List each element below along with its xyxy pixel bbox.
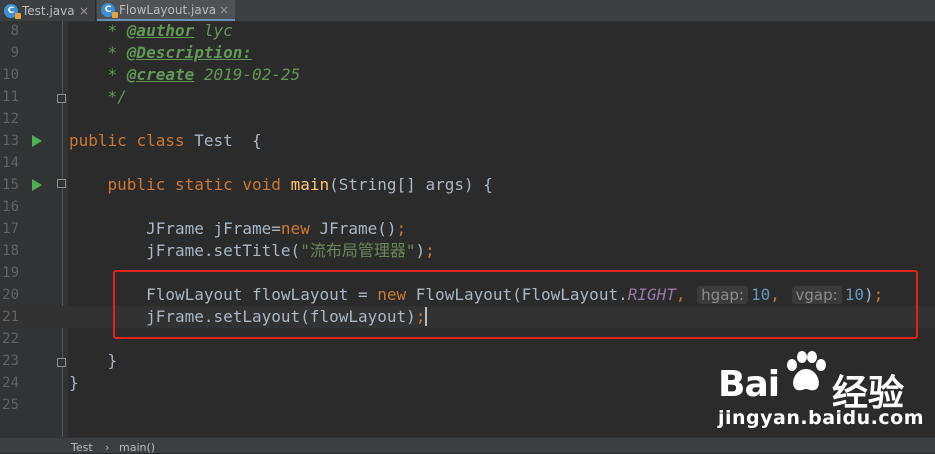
fold-expand-icon[interactable] [57,179,66,188]
line-number: 21 [2,309,19,325]
tab-label: Test.java [22,3,75,18]
code-line: 15 public static void main(String[] args… [0,174,935,196]
editor-tab-bar: C Test.java × C FlowLayout.java × [0,0,935,22]
code-text[interactable]: */ [69,86,127,108]
code-line: 17 JFrame jFrame=new JFrame(); [0,218,935,240]
code-text[interactable]: } [69,350,118,372]
line-number: 11 [2,89,19,105]
line-number: 12 [2,111,19,127]
tab-test-java[interactable]: C Test.java × [0,0,96,21]
line-number: 24 [2,375,19,391]
line-number: 18 [2,243,19,259]
close-icon[interactable]: × [79,4,89,18]
line-number: 16 [2,199,19,215]
highlight-box [113,270,918,339]
code-line: 18 jFrame.setTitle("流布局管理器"); [0,240,935,262]
code-text[interactable]: JFrame jFrame=new JFrame(); [69,218,406,240]
line-number: 10 [2,67,19,83]
close-icon[interactable]: × [219,3,229,17]
java-class-icon: C [101,2,118,18]
line-number: 25 [2,397,19,413]
line-number: 20 [2,287,19,303]
breadcrumb-item-main[interactable]: main() [119,441,155,454]
code-line: 11 */ [0,86,935,108]
line-number: 9 [10,45,19,61]
tab-flowlayout-java[interactable]: C FlowLayout.java × [97,0,235,21]
code-text[interactable]: } [69,372,79,394]
code-text[interactable]: * @author lyc [69,20,233,42]
code-text[interactable]: * @Description: [69,42,253,64]
paw-icon [787,351,826,391]
fold-collapse-icon[interactable] [57,358,66,367]
watermark-url: jingyan.baidu.com [718,407,924,429]
code-text[interactable]: public class Test { [69,130,262,152]
line-number: 13 [2,133,19,149]
code-text[interactable]: jFrame.setTitle("流布局管理器"); [69,240,435,262]
code-line: 12 [0,108,935,130]
tab-label: FlowLayout.java [119,2,217,17]
line-number: 17 [2,221,19,237]
java-class-icon: C [4,3,21,19]
code-line: 14 [0,152,935,174]
line-number: 14 [2,155,19,171]
fold-collapse-icon[interactable] [57,94,66,103]
code-line: 8 * @author lyc [0,20,935,42]
line-number: 23 [2,353,19,369]
line-number: 15 [2,177,19,193]
watermark-brand: Bai [718,364,780,405]
run-class-icon[interactable] [32,135,42,147]
line-number: 19 [2,265,19,281]
breadcrumb: Test › main() [0,437,935,454]
code-line: 9 * @Description: [0,42,935,64]
code-text[interactable]: public static void main(String[] args) { [69,174,493,196]
code-line: 13 public class Test { [0,130,935,152]
code-line: 10 * @create 2019-02-25 [0,64,935,86]
code-text[interactable]: * @create 2019-02-25 [69,64,301,86]
breadcrumb-separator: › [105,441,110,454]
breadcrumb-item-test[interactable]: Test [71,441,93,454]
line-number: 22 [2,331,19,347]
line-number: 8 [10,23,19,39]
run-main-icon[interactable] [32,179,42,191]
watermark: Bai 经验 jingyan.baidu.com [716,349,924,429]
code-line: 16 [0,196,935,218]
